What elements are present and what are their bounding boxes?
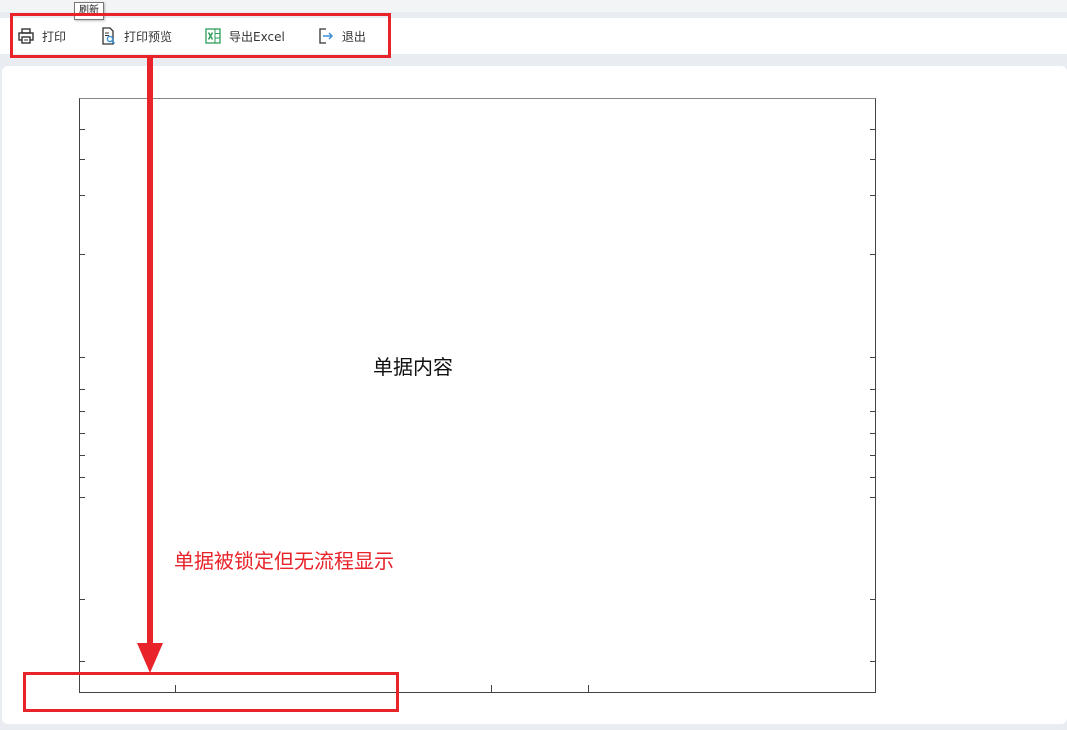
margin-tick — [870, 159, 875, 160]
document-page — [79, 98, 876, 693]
margin-tick — [80, 497, 85, 498]
margin-tick — [870, 389, 875, 390]
margin-tick — [80, 411, 85, 412]
margin-tick — [80, 389, 85, 390]
margin-tick — [870, 455, 875, 456]
document-content-label: 单据内容 — [373, 355, 453, 379]
margin-tick — [80, 357, 85, 358]
margin-tick — [870, 661, 875, 662]
margin-tick — [870, 433, 875, 434]
top-strip — [0, 0, 1067, 12]
margin-tick — [80, 195, 85, 196]
footer-separator — [588, 685, 589, 692]
margin-tick — [80, 254, 85, 255]
margin-tick — [870, 254, 875, 255]
footer-highlight-box — [23, 672, 399, 712]
margin-tick — [80, 159, 85, 160]
margin-tick — [870, 599, 875, 600]
margin-tick — [870, 411, 875, 412]
margin-tick — [870, 129, 875, 130]
margin-tick — [80, 661, 85, 662]
margin-tick — [80, 129, 85, 130]
margin-tick — [80, 433, 85, 434]
margin-tick — [870, 477, 875, 478]
bottom-strip — [0, 724, 1067, 730]
annotation-text: 单据被锁定但无流程显示 — [174, 549, 394, 573]
margin-tick — [80, 455, 85, 456]
margin-tick — [870, 497, 875, 498]
toolbar-highlight-box — [10, 13, 391, 58]
margin-tick — [870, 357, 875, 358]
margin-tick — [80, 477, 85, 478]
footer-separator — [491, 685, 492, 692]
margin-tick — [870, 195, 875, 196]
margin-tick — [80, 599, 85, 600]
annotation-arrow-head — [137, 643, 163, 673]
annotation-arrow-shaft — [147, 58, 153, 648]
